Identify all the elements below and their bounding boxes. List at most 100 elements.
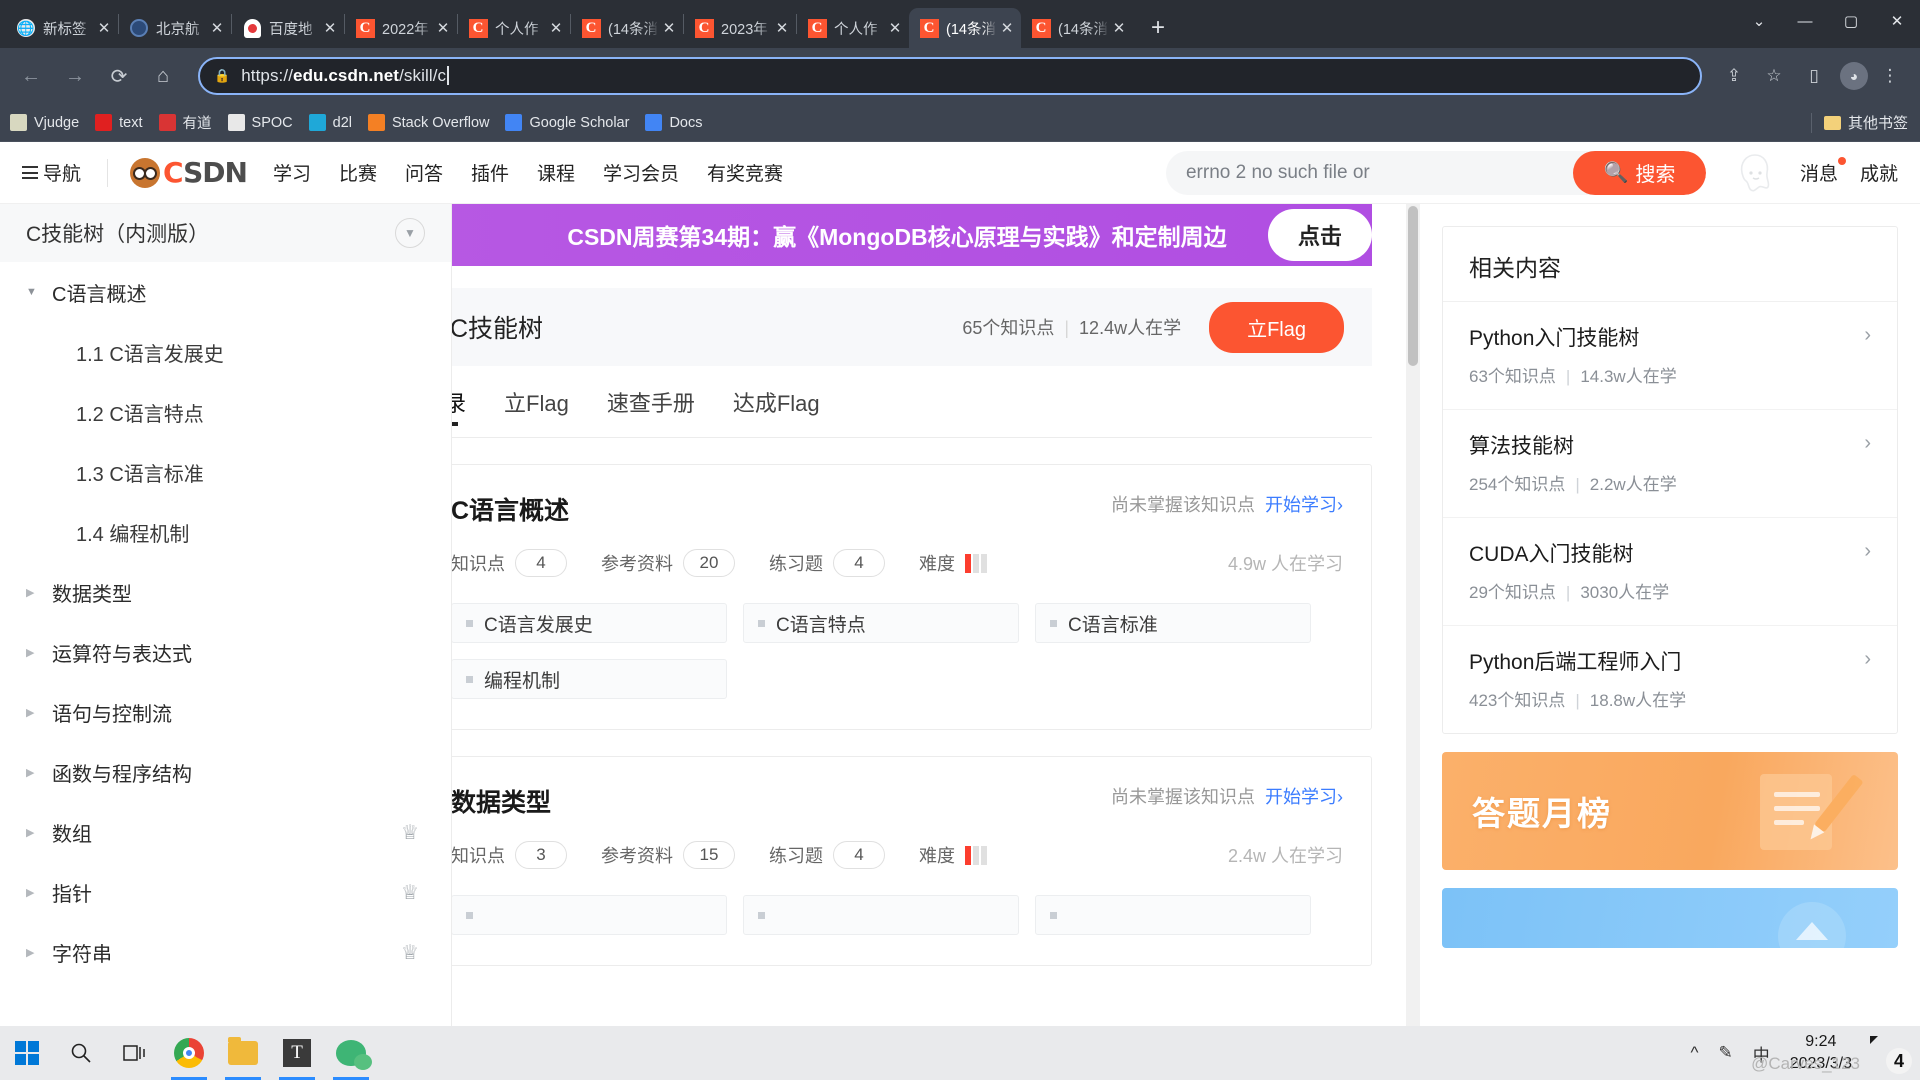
knowledge-chip[interactable]: C语言发展史 <box>452 603 727 643</box>
sidebar-item-1.3 C语言标准[interactable]: 1.3 C语言标准 <box>0 442 451 502</box>
close-tab-icon[interactable]: ✕ <box>320 19 340 37</box>
triangle-right-icon[interactable]: ▶ <box>26 646 42 659</box>
forward-icon[interactable]: → <box>56 57 94 95</box>
start-learning-link[interactable]: 开始学习› <box>1265 491 1343 517</box>
bookmark-item[interactable]: text <box>95 114 143 131</box>
browser-tab[interactable]: C 2023年 ✕ <box>684 8 796 48</box>
triangle-right-icon[interactable]: ▶ <box>26 946 42 959</box>
monthly-ranking-banner[interactable]: 答题月榜 <box>1442 752 1898 870</box>
bookmark-item[interactable]: 有道 <box>158 112 212 133</box>
browser-tab[interactable]: C 个人作 ✕ <box>797 8 909 48</box>
sidebar-item-1.2 C语言特点[interactable]: 1.2 C语言特点 <box>0 382 451 442</box>
nav-link-学习[interactable]: 学习 <box>273 159 311 186</box>
promo-button[interactable]: 点击 <box>1267 209 1372 261</box>
knowledge-chip[interactable]: C语言标准 <box>1035 603 1311 643</box>
site-search[interactable]: 🔍 搜索 <box>1165 150 1706 195</box>
browser-tab[interactable]: C 2022年 ✕ <box>345 8 457 48</box>
related-item[interactable]: Python后端工程师入门 423个知识点 | 18.8w人在学 › <box>1443 626 1897 733</box>
tab-目录[interactable]: 目录 <box>452 366 466 438</box>
start-learning-link[interactable]: 开始学习› <box>1265 783 1343 809</box>
page-scrollbar[interactable] <box>1406 204 1420 1026</box>
knowledge-chip[interactable] <box>1035 895 1311 935</box>
triangle-down-icon[interactable]: ▼ <box>26 286 42 298</box>
taskbar-file-explorer[interactable] <box>216 1026 270 1080</box>
bookmark-item[interactable]: d2l <box>308 114 352 131</box>
related-item[interactable]: 算法技能树 254个知识点 | 2.2w人在学 › <box>1443 410 1897 518</box>
browser-tab[interactable]: C (14条消 ✕ <box>571 8 683 48</box>
browser-tab[interactable]: C 个人作 ✕ <box>458 8 570 48</box>
knowledge-chip[interactable] <box>743 895 1019 935</box>
sidebar-item-函数与程序结构[interactable]: ▶ 函数与程序结构 <box>0 742 451 802</box>
taskbar-chrome[interactable] <box>162 1026 216 1080</box>
chevron-down-icon[interactable]: ▼ <box>395 218 425 248</box>
search-button[interactable]: 🔍 搜索 <box>1572 150 1706 195</box>
bookmark-item[interactable]: Stack Overflow <box>367 114 489 131</box>
share-icon[interactable]: ⇪ <box>1716 58 1752 94</box>
task-view-button[interactable] <box>108 1026 162 1080</box>
nav-link-插件[interactable]: 插件 <box>471 159 509 186</box>
sidebar-item-数据类型[interactable]: ▶ 数据类型 <box>0 562 451 622</box>
close-tab-icon[interactable]: ✕ <box>997 19 1017 37</box>
start-button[interactable] <box>0 1026 54 1080</box>
tray-expand-icon[interactable]: ^ <box>1690 1043 1698 1063</box>
back-icon[interactable]: ← <box>12 57 50 95</box>
sidebar-item-C语言概述[interactable]: ▼ C语言概述 <box>0 262 451 322</box>
browser-tab[interactable]: C (14条消 ✕ <box>1021 8 1133 48</box>
chrome-menu-icon[interactable]: ⋮ <box>1872 58 1908 94</box>
new-tab-button[interactable]: + <box>1141 11 1175 45</box>
browser-tab[interactable]: 北京航 ✕ <box>119 8 231 48</box>
close-window-button[interactable]: ✕ <box>1874 0 1920 42</box>
triangle-right-icon[interactable]: ▶ <box>26 766 42 779</box>
bookmark-item[interactable]: Docs <box>645 114 702 131</box>
taskbar-wechat[interactable] <box>324 1026 378 1080</box>
nav-link-比赛[interactable]: 比赛 <box>339 159 377 186</box>
knowledge-chip[interactable] <box>452 895 727 935</box>
promo-banner[interactable]: CSDN周赛第34期：赢《MongoDB核心原理与实践》和定制周边 点击 <box>452 204 1372 266</box>
close-tab-icon[interactable]: ✕ <box>433 19 453 37</box>
tab-达成Flag[interactable]: 达成Flag <box>733 366 820 438</box>
sidebar-item-运算符与表达式[interactable]: ▶ 运算符与表达式 <box>0 622 451 682</box>
sidebar-item-数组[interactable]: ▶ 数组 ♕ <box>0 802 451 862</box>
close-tab-icon[interactable]: ✕ <box>94 19 114 37</box>
close-tab-icon[interactable]: ✕ <box>1109 19 1129 37</box>
secondary-banner[interactable] <box>1442 888 1898 948</box>
csdn-logo[interactable]: CSDN <box>130 156 248 189</box>
nav-messages[interactable]: 消息 <box>1800 157 1846 186</box>
taskbar-search-button[interactable] <box>54 1026 108 1080</box>
maximize-button[interactable]: ▢ <box>1828 0 1874 42</box>
pen-icon[interactable]: ✎ <box>1718 1043 1732 1063</box>
bookmark-item[interactable]: Google Scholar <box>505 114 629 131</box>
related-item[interactable]: CUDA入门技能树 29个知识点 | 3030人在学 › <box>1443 518 1897 626</box>
sidebar-item-1.1 C语言发展史[interactable]: 1.1 C语言发展史 <box>0 322 451 382</box>
browser-tab[interactable]: C (14条消 ✕ <box>909 8 1021 48</box>
reload-icon[interactable]: ⟳ <box>100 57 138 95</box>
triangle-right-icon[interactable]: ▶ <box>26 826 42 839</box>
other-bookmarks[interactable]: 其他书签 <box>1810 112 1908 133</box>
bookmark-star-icon[interactable]: ☆ <box>1756 58 1792 94</box>
triangle-right-icon[interactable]: ▶ <box>26 886 42 899</box>
nav-achievements[interactable]: 成就 <box>1860 159 1898 186</box>
side-panel-icon[interactable]: ▯ <box>1796 58 1832 94</box>
sidebar-item-语句与控制流[interactable]: ▶ 语句与控制流 <box>0 682 451 742</box>
triangle-right-icon[interactable]: ▶ <box>26 706 42 719</box>
sidebar-item-指针[interactable]: ▶ 指针 ♕ <box>0 862 451 922</box>
bookmark-item[interactable]: Vjudge <box>10 114 79 131</box>
browser-tab[interactable]: 百度地 ✕ <box>232 8 344 48</box>
address-bar[interactable]: 🔒 https://edu.csdn.net/skill/c <box>198 57 1702 95</box>
minimize-button[interactable]: — <box>1782 0 1828 42</box>
close-tab-icon[interactable]: ✕ <box>772 19 792 37</box>
knowledge-chip[interactable]: C语言特点 <box>743 603 1019 643</box>
bookmark-item[interactable]: SPOC <box>227 114 293 131</box>
related-item[interactable]: Python入门技能树 63个知识点 | 14.3w人在学 › <box>1443 302 1897 410</box>
tab-立Flag[interactable]: 立Flag <box>504 366 569 438</box>
close-tab-icon[interactable]: ✕ <box>885 19 905 37</box>
tab-速查手册[interactable]: 速查手册 <box>607 366 695 438</box>
set-flag-button[interactable]: 立Flag <box>1209 301 1344 353</box>
close-tab-icon[interactable]: ✕ <box>546 19 566 37</box>
taskbar-typora[interactable]: T <box>270 1026 324 1080</box>
nav-link-学习会员[interactable]: 学习会员 <box>603 159 679 186</box>
close-tab-icon[interactable]: ✕ <box>207 19 227 37</box>
search-input[interactable] <box>1165 161 1573 184</box>
browser-tab[interactable]: 新标签 ✕ <box>6 8 118 48</box>
tab-search-icon[interactable]: ⌄ <box>1736 0 1782 42</box>
